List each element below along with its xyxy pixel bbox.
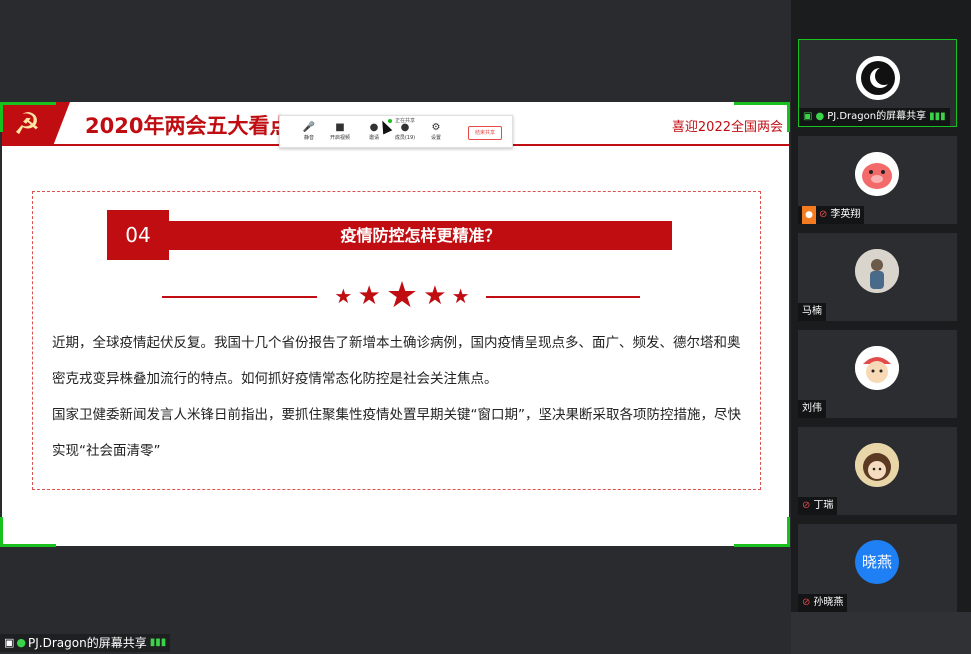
mic-off-icon: ⊘ xyxy=(802,500,811,511)
invite-label: 邀请 xyxy=(368,135,379,141)
photo-avatar-icon xyxy=(855,249,899,293)
members-label: 成员(19) xyxy=(394,135,416,141)
screen-share-icon: ▣ xyxy=(803,111,813,122)
host-icon: ● xyxy=(802,206,816,224)
mic-off-icon: ⊘ xyxy=(802,597,811,608)
participant-tile[interactable]: ⊘ 丁瑞 xyxy=(798,427,957,515)
screen-share-area: ☭ 2020年两会五大看点 喜迎2022全国两会 04 疫情防控怎样更精准？ ★… xyxy=(0,0,791,654)
mute-label: 静音 xyxy=(303,135,314,141)
avatar: 晓燕 xyxy=(855,540,899,584)
sidebar-footer xyxy=(791,612,971,654)
gear-icon: ⚙ xyxy=(431,122,441,133)
share-indicator-label: PJ.Dragon的屏幕共享 xyxy=(28,636,147,650)
avatar xyxy=(855,152,899,196)
avatar xyxy=(855,249,899,293)
divider-right xyxy=(486,296,640,298)
floating-toolbar: 正在共享 🎤 静音 ■ 开启视频 ● 邀请 ● 成员(19) ⚙ 设置 结束共享 xyxy=(279,115,513,148)
participant-name-text: 刘伟 xyxy=(802,403,822,414)
participant-name-text: 孙晓燕 xyxy=(813,597,844,608)
participant-name: ⊘ 丁瑞 xyxy=(798,497,838,515)
participant-tile[interactable]: 刘伟 xyxy=(798,330,957,418)
screen-share-icon: ▣ xyxy=(4,636,15,649)
participant-name: 马楠 xyxy=(798,303,826,321)
signal-icon: ▮▮▮ xyxy=(929,111,946,122)
participant-name: 刘伟 xyxy=(798,400,826,418)
participant-name-text: 马楠 xyxy=(802,306,822,317)
star-icon: ★ xyxy=(451,284,470,308)
microphone-icon: ● xyxy=(815,111,825,122)
share-frame-corner xyxy=(734,517,790,547)
participant-name: ▣ ● PJ.Dragon的屏幕共享 ▮▮▮ xyxy=(799,108,950,126)
camera-icon: ■ xyxy=(335,122,345,133)
paragraph-1: 近期，全球疫情起伏反复。我国十几个省份报告了新增本土确诊病例，国内疫情呈现点多、… xyxy=(52,335,741,387)
stars-decoration: ★ ★ ★ ★ ★ xyxy=(327,278,477,314)
paragraph-2: 国家卫健委新闻发言人米锋日前指出，要抓住聚集性疫情处置早期关键“窗口期”，坚决果… xyxy=(52,407,741,459)
share-frame-corner xyxy=(0,517,56,547)
video-label: 开启视频 xyxy=(329,135,350,141)
screen-share-indicator: ▣ ● PJ.Dragon的屏幕共享 ▮▮▮ xyxy=(0,634,171,652)
section-title: 疫情防控怎样更精准？ xyxy=(169,221,672,250)
cartoon-avatar-icon xyxy=(855,346,899,390)
star-icon: ★ xyxy=(385,275,419,316)
microphone-icon: ● xyxy=(16,636,27,649)
participant-tile[interactable]: ▣ ● PJ.Dragon的屏幕共享 ▮▮▮ xyxy=(798,39,957,127)
meeting-window: ☭ 2020年两会五大看点 喜迎2022全国两会 04 疫情防控怎样更精准？ ★… xyxy=(0,0,971,654)
moon-avatar-icon xyxy=(856,56,900,100)
video-button[interactable]: ■ 开启视频 xyxy=(325,122,355,146)
participant-tile[interactable]: 马楠 xyxy=(798,233,957,321)
participant-name-text: 丁瑞 xyxy=(813,500,834,511)
stop-share-button[interactable]: 结束共享 xyxy=(468,126,502,140)
shared-slide: ☭ 2020年两会五大看点 喜迎2022全国两会 04 疫情防控怎样更精准？ ★… xyxy=(2,102,789,546)
participant-name: ● ⊘ 李英翔 xyxy=(798,206,865,224)
members-button[interactable]: ● 成员(19) xyxy=(390,122,420,146)
avatar xyxy=(855,346,899,390)
star-icon: ★ xyxy=(357,281,381,311)
share-frame-corner xyxy=(0,102,56,132)
divider-left xyxy=(162,296,317,298)
participant-sidebar: ▣ ● PJ.Dragon的屏幕共享 ▮▮▮ ● ⊘ 李英翔 马楠 刘伟 ⊘ 丁… xyxy=(791,0,971,654)
slide-title: 2020年两会五大看点 xyxy=(85,114,291,138)
share-frame-corner xyxy=(734,102,790,132)
participant-tile[interactable]: ● ⊘ 李英翔 xyxy=(798,136,957,224)
signal-icon: ▮▮▮ xyxy=(149,637,167,648)
people-icon: ● xyxy=(400,122,410,133)
pig-avatar-icon xyxy=(855,152,899,196)
avatar xyxy=(855,443,899,487)
participant-name: ⊘ 孙晓燕 xyxy=(798,594,848,612)
girl-avatar-icon xyxy=(855,443,899,487)
participant-name-text: PJ.Dragon的屏幕共享 xyxy=(827,111,927,122)
participant-name-text: 李英翔 xyxy=(830,209,861,220)
settings-button[interactable]: ⚙ 设置 xyxy=(421,122,451,146)
mic-off-icon: ⊘ xyxy=(819,209,828,220)
star-icon: ★ xyxy=(423,281,447,311)
star-icon: ★ xyxy=(334,284,353,308)
mute-button[interactable]: 🎤 静音 xyxy=(294,122,324,146)
microphone-icon: 🎤 xyxy=(302,122,316,133)
participant-tile[interactable]: 晓燕 ⊘ 孙晓燕 xyxy=(798,524,957,612)
avatar xyxy=(856,56,900,100)
settings-label: 设置 xyxy=(430,135,441,141)
section-number: 04 xyxy=(107,210,169,260)
